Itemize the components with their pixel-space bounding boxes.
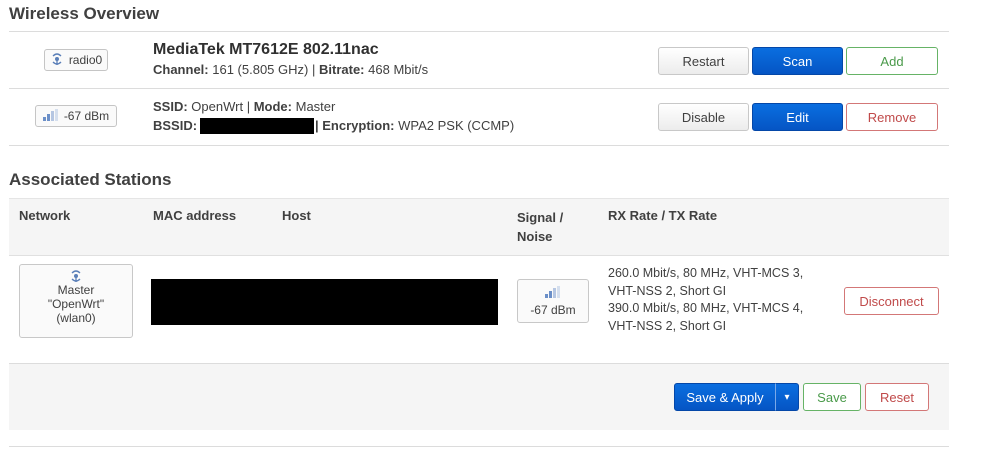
channel-value: 161 (5.805 GHz) [212, 62, 309, 77]
encryption-value: WPA2 PSK (CCMP) [398, 118, 515, 133]
rx-rate-line2: VHT-NSS 2, Short GI [608, 283, 727, 298]
encryption-label: | Encryption: [315, 118, 395, 133]
wifi-radio-icon [20, 270, 132, 283]
col-signal-line2: Noise [517, 229, 553, 244]
radio-badge-label: radio0 [68, 53, 103, 67]
signal-badge-label: -67 dBm [63, 109, 110, 123]
ssid-line: SSID: OpenWrt | Mode: Master [153, 99, 335, 114]
station-signal-value: -67 dBm [530, 303, 576, 317]
bssid-label: BSSID: [153, 118, 198, 133]
add-button[interactable]: Add [846, 47, 938, 75]
divider [9, 145, 949, 146]
scan-button[interactable]: Scan [752, 47, 843, 75]
disconnect-button[interactable]: Disconnect [844, 287, 939, 315]
col-signal-line1: Signal / [517, 210, 564, 225]
signal-bars-icon [518, 286, 588, 300]
disable-button[interactable]: Disable [658, 103, 749, 131]
col-mac: MAC address [153, 208, 237, 223]
divider [9, 446, 949, 447]
col-host: Host [282, 208, 311, 223]
restart-button[interactable]: Restart [658, 47, 749, 75]
station-mode: Master [57, 283, 95, 297]
station-signal-badge: -67 dBm [517, 279, 589, 323]
channel-label: Channel: [153, 62, 209, 77]
divider [9, 31, 949, 32]
device-details: Channel: 161 (5.805 GHz) | Bitrate: 468 … [153, 62, 428, 77]
radio-badge: radio0 [44, 49, 108, 71]
col-rates: RX Rate / TX Rate [608, 208, 718, 223]
signal-badge: -67 dBm [35, 105, 117, 127]
save-button[interactable]: Save [803, 383, 861, 411]
device-name: MediaTek MT7612E 802.11nac [153, 41, 379, 58]
bitrate-label: Bitrate: [319, 62, 365, 77]
reset-button[interactable]: Reset [865, 383, 929, 411]
ssid-value: OpenWrt [191, 99, 244, 114]
wireless-overview-title: Wireless Overview [9, 4, 160, 23]
mode-label: Mode: [253, 99, 292, 114]
col-network: Network [19, 208, 71, 223]
encryption-line: | Encryption: WPA2 PSK (CCMP) [315, 118, 514, 133]
mode-value: Master [295, 99, 336, 114]
bitrate-value: 468 Mbit/s [368, 62, 429, 77]
ssid-label: SSID: [153, 99, 188, 114]
bssid-redacted [200, 118, 314, 134]
station-rates: 260.0 Mbit/s, 80 MHz, VHT-MCS 3, VHT-NSS… [608, 265, 803, 335]
tx-rate-line1: 390.0 Mbit/s, 80 MHz, VHT-MCS 4, [608, 301, 804, 315]
signal-bars-icon [42, 108, 59, 124]
remove-button[interactable]: Remove [846, 103, 938, 131]
bssid-line: BSSID: [153, 118, 197, 133]
save-apply-button[interactable]: Save & Apply [674, 383, 776, 411]
separator: | [246, 99, 251, 114]
rx-rate-line1: 260.0 Mbit/s, 80 MHz, VHT-MCS 3, [608, 266, 804, 280]
save-apply-dropdown-button[interactable]: ▾ [775, 383, 799, 411]
station-network-badge: Master "OpenWrt" (wlan0) [19, 264, 133, 338]
divider [9, 88, 949, 89]
tx-rate-line2: VHT-NSS 2, Short GI [608, 318, 727, 333]
wifi-radio-icon [50, 52, 64, 68]
associated-stations-title: Associated Stations [9, 170, 172, 189]
stations-table-header [9, 198, 949, 256]
station-iface: (wlan0) [56, 311, 96, 325]
station-ssid: "OpenWrt" [47, 297, 105, 311]
col-signal: Signal / Noise [517, 208, 563, 246]
mac-host-redacted [151, 279, 498, 325]
edit-button[interactable]: Edit [752, 103, 843, 131]
separator: | [311, 62, 316, 77]
